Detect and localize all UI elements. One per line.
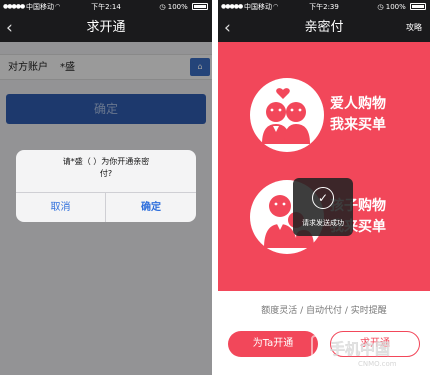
page-title: 求开通 <box>86 20 126 35</box>
confirm-dialog: 请*盛（ ）为你开通亲密 付? 取消 确定 <box>16 150 196 222</box>
status-bar: ●●●●● 中国移动 ◠ 下午2:14 ◷ 100% <box>0 0 212 14</box>
status-bar: ●●●●● 中国移动 ◠ 下午2:39 ◷ 100% <box>218 0 430 14</box>
page-title: 亲密付 <box>304 20 344 35</box>
cancel-button[interactable]: 取消 <box>16 193 106 222</box>
dialog-message: 请*盛（ ）为你开通亲密 付? <box>26 156 186 180</box>
feature-subtitle: 我来买单 <box>330 117 386 133</box>
battery-status: ◷ 100% <box>377 0 426 14</box>
nav-bar: ‹ 亲密付 攻略 <box>218 14 430 42</box>
couple-illustration-icon <box>250 78 324 152</box>
dialog-buttons: 取消 确定 <box>16 192 196 222</box>
svg-text:手机中国: 手机中国 <box>330 340 390 358</box>
feature-title: 爱人购物 <box>330 96 386 112</box>
alarm-icon: ◷ <box>159 3 166 11</box>
battery-percent: 100% <box>167 3 188 11</box>
battery-icon <box>410 3 426 10</box>
dialog-message-line1: 请*盛（ ）为你开通亲密 <box>62 157 150 166</box>
toast-message: 请求发送成功 <box>302 219 344 227</box>
watermark-logo: 手机中国 CNMO.com <box>310 330 425 370</box>
feature-couple: 爱人购物 我来买单 <box>218 78 430 158</box>
checkmark-icon: ✓ <box>312 187 334 209</box>
open-for-ta-button[interactable]: 为Ta开通 <box>228 331 318 357</box>
ok-button[interactable]: 确定 <box>106 193 196 222</box>
guide-link[interactable]: 攻略 <box>406 14 422 42</box>
alarm-icon: ◷ <box>377 3 384 11</box>
success-toast: ✓ 请求发送成功 <box>293 178 353 236</box>
right-screen: ●●●●● 中国移动 ◠ 下午2:39 ◷ 100% ‹ 亲密付 攻略 爱人购物… <box>218 0 430 375</box>
left-screen: ●●●●● 中国移动 ◠ 下午2:14 ◷ 100% ‹ 求开通 对方账户 *盛… <box>0 0 212 375</box>
nav-bar: ‹ 求开通 <box>0 14 212 42</box>
tagline: 额度灵活 / 自动代付 / 实时提醒 <box>261 306 387 316</box>
svg-text:CNMO.com: CNMO.com <box>358 360 397 368</box>
battery-icon <box>192 3 208 10</box>
dialog-message-line2: 付? <box>99 169 113 178</box>
battery-status: ◷ 100% <box>159 0 208 14</box>
battery-percent: 100% <box>385 3 406 11</box>
